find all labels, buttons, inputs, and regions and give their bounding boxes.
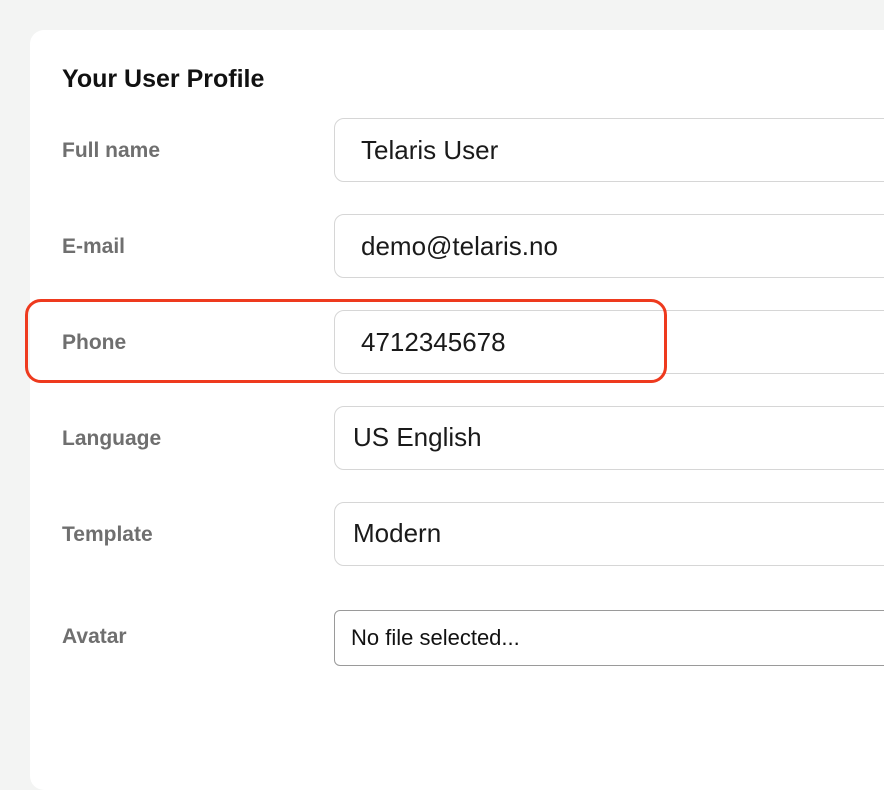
language-label: Language <box>62 427 162 450</box>
template-label: Template <box>62 523 153 546</box>
phone-label: Phone <box>62 331 127 354</box>
email-input[interactable] <box>334 214 884 278</box>
email-label: E-mail <box>62 235 126 258</box>
template-select[interactable]: Modern <box>334 502 884 566</box>
language-select[interactable]: US English <box>334 406 884 470</box>
phone-input[interactable] <box>334 310 884 374</box>
full-name-input[interactable] <box>334 118 884 182</box>
avatar-label: Avatar <box>62 625 127 648</box>
full-name-label: Full name <box>62 139 161 162</box>
avatar-file-input[interactable]: No file selected... <box>334 610 884 666</box>
page-title: Your User Profile <box>62 65 265 93</box>
